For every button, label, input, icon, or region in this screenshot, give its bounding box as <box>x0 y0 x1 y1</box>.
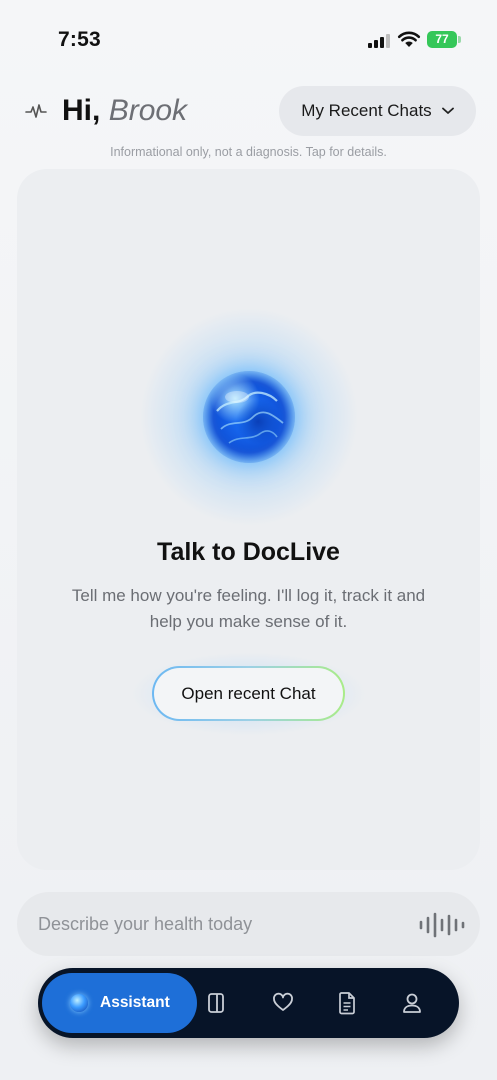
health-input-placeholder: Describe your health today <box>38 914 253 934</box>
assistant-orb-icon[interactable] <box>203 371 295 463</box>
app-screen: 7:53 77 Hi, Brook My Recent Chats Inform… <box>0 0 497 1080</box>
journal-icon[interactable] <box>205 991 227 1015</box>
heart-icon[interactable] <box>272 991 294 1015</box>
battery-icon: 77 <box>427 31 461 48</box>
cellular-signal-icon <box>368 34 390 48</box>
hero-subtitle-line1: Tell me how you're feeling. I'll log it,… <box>71 586 426 605</box>
assistant-orb-small-icon <box>70 994 88 1012</box>
wifi-icon <box>397 31 421 47</box>
tab-assistant[interactable]: Assistant <box>42 973 197 1033</box>
hero-title: Talk to DocLive <box>157 538 340 566</box>
disclaimer-link[interactable]: Informational only, not a diagnosis. Tap… <box>0 145 497 159</box>
profile-icon[interactable] <box>401 991 423 1015</box>
battery-level: 77 <box>427 31 457 48</box>
recent-chats-label: My Recent Chats <box>301 101 432 120</box>
recent-chats-dropdown[interactable]: My Recent Chats <box>279 86 476 136</box>
open-recent-chat-button[interactable]: Open recent Chat <box>152 666 345 721</box>
status-bar: 7:53 77 <box>0 0 497 80</box>
voice-waveform-icon[interactable] <box>418 912 468 938</box>
greeting: Hi, Brook <box>62 94 187 128</box>
chevron-down-icon <box>441 107 454 114</box>
tab-assistant-label: Assistant <box>100 994 170 1011</box>
status-time: 7:53 <box>58 28 101 51</box>
hero-subtitle-line2: help you make sense of it. <box>149 612 348 631</box>
pulse-icon <box>25 104 47 118</box>
document-icon[interactable] <box>336 991 358 1015</box>
hero-subtitle: Tell me how you're feeling. I'll log it,… <box>0 583 497 635</box>
health-input-field[interactable]: Describe your health today <box>17 892 480 956</box>
greeting-hi: Hi, <box>62 94 101 127</box>
user-name: Brook <box>108 94 188 127</box>
